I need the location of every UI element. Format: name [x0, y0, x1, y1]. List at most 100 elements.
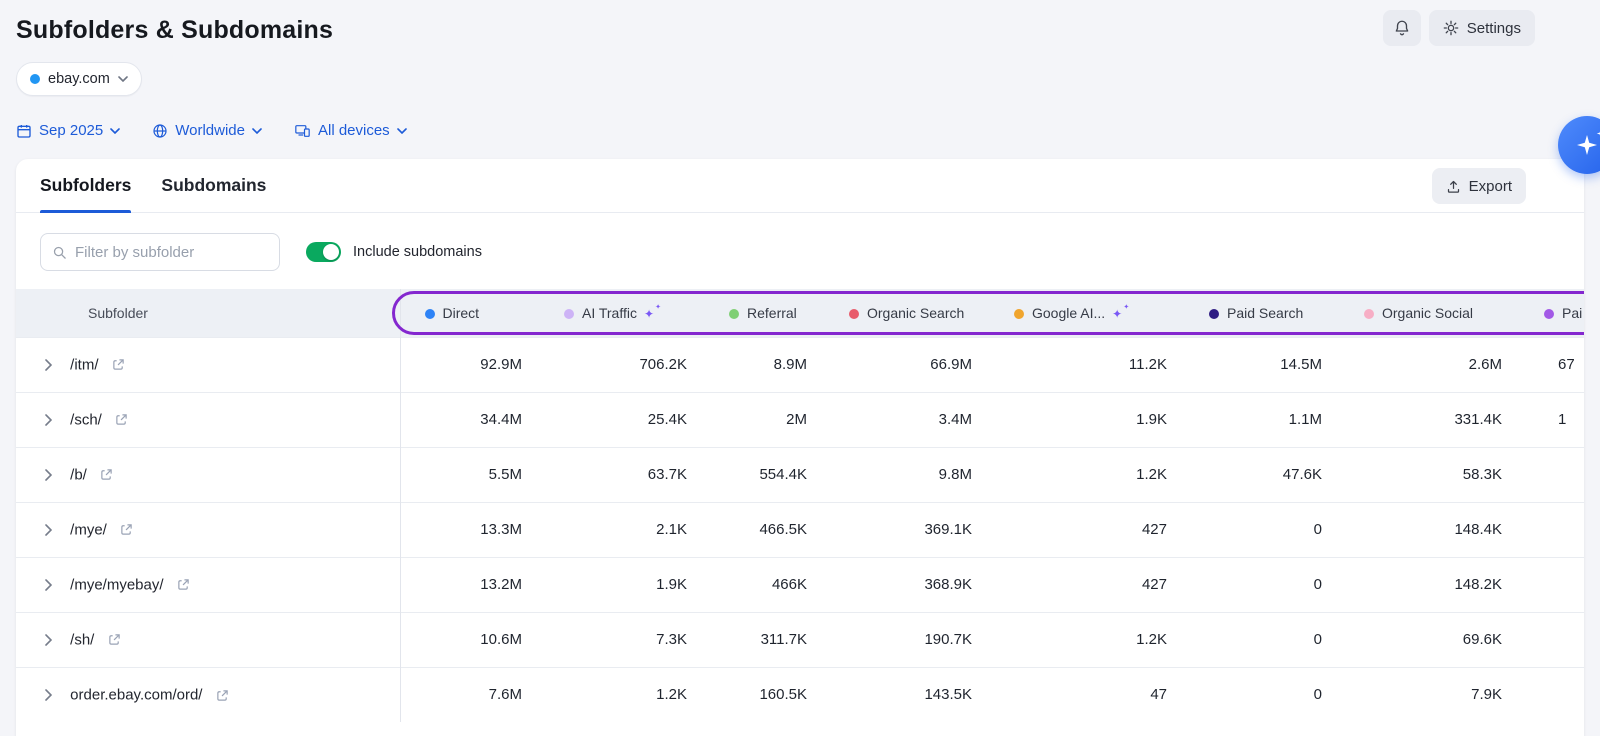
tab-subfolders[interactable]: Subfolders — [40, 159, 131, 212]
subfolder-name: order.ebay.com/ord/ — [70, 687, 202, 704]
subfolder-name: /b/ — [70, 466, 87, 483]
metric-value: 190.7K — [825, 612, 990, 667]
export-label: Export — [1469, 178, 1512, 195]
include-subdomains-toggle[interactable] — [306, 242, 341, 262]
column-header-subfolder[interactable]: Subfolder — [16, 289, 400, 337]
metric-value: 7.3K — [540, 612, 705, 667]
devices-icon — [294, 123, 311, 139]
metric-value: 11.2K — [990, 337, 1185, 392]
subfolder-name: /sch/ — [70, 411, 102, 428]
metric-value — [1520, 612, 1584, 667]
subfolder-filter-input[interactable] — [75, 244, 268, 261]
page-title: Subfolders & Subdomains — [16, 16, 1600, 45]
channel-dot — [729, 309, 739, 319]
date-filter[interactable]: Sep 2025 — [16, 122, 120, 139]
filters-row: Sep 2025 Worldwide All devices — [16, 122, 1600, 139]
table-row: /mye/ 13.3M 2.1K 466.5K 369.1K 427 0 148… — [16, 502, 1584, 557]
subfolder-name: /mye/myebay/ — [70, 576, 163, 593]
chevron-down-icon — [252, 128, 262, 134]
metric-value: 8.9M — [705, 337, 825, 392]
metric-value: 3.4M — [825, 392, 990, 447]
ai-sparkle-icon: ✦ — [1112, 307, 1122, 321]
external-link-icon[interactable] — [177, 578, 190, 591]
tabs-row: Subfolders Subdomains Export — [16, 159, 1584, 213]
chevron-down-icon — [118, 76, 128, 82]
metric-value: 160.5K — [705, 667, 825, 722]
metric-value: 92.9M — [400, 337, 540, 392]
expand-chevron-icon[interactable] — [44, 414, 52, 426]
metric-value: 706.2K — [540, 337, 705, 392]
metric-value — [1520, 667, 1584, 722]
metric-value: 0 — [1185, 612, 1340, 667]
column-header-ai-traffic[interactable]: AI Traffic✦ — [540, 289, 705, 337]
metric-value: 369.1K — [825, 502, 990, 557]
metric-value: 25.4K — [540, 392, 705, 447]
metric-value: 2.6M — [1340, 337, 1520, 392]
chevron-down-icon — [110, 128, 120, 134]
settings-button[interactable]: Settings — [1429, 10, 1535, 46]
tab-subfolders-label: Subfolders — [40, 175, 131, 196]
metric-value: 47 — [990, 667, 1185, 722]
expand-chevron-icon[interactable] — [44, 469, 52, 481]
devices-filter[interactable]: All devices — [294, 122, 407, 139]
metric-value: 14.5M — [1185, 337, 1340, 392]
expand-chevron-icon[interactable] — [44, 579, 52, 591]
external-link-icon[interactable] — [112, 358, 125, 371]
column-header-paid-truncated[interactable]: Pai — [1520, 289, 1584, 337]
channel-dot — [1014, 309, 1024, 319]
notifications-button[interactable] — [1383, 10, 1421, 46]
globe-icon — [152, 123, 168, 139]
external-link-icon[interactable] — [216, 689, 229, 702]
channel-dot — [849, 309, 859, 319]
table-row: /itm/ 92.9M 706.2K 8.9M 66.9M 11.2K 14.5… — [16, 337, 1584, 392]
metric-value: 10.6M — [400, 612, 540, 667]
calendar-icon — [16, 123, 32, 139]
column-header-referral[interactable]: Referral — [705, 289, 825, 337]
include-subdomains-label: Include subdomains — [353, 244, 482, 260]
metric-value: 0 — [1185, 557, 1340, 612]
metric-value: 7.9K — [1340, 667, 1520, 722]
ai-sparkle-icon: ✦ — [644, 307, 654, 321]
subfolder-name: /mye/ — [70, 521, 107, 538]
metric-value: 1.2K — [540, 667, 705, 722]
subfolder-name: /sh/ — [70, 631, 94, 648]
metric-value: 13.2M — [400, 557, 540, 612]
column-header-organic-social[interactable]: Organic Social — [1340, 289, 1520, 337]
subfolder-name: /itm/ — [70, 356, 98, 373]
metric-value — [1520, 557, 1584, 612]
table-row: order.ebay.com/ord/ 7.6M 1.2K 160.5K 143… — [16, 667, 1584, 722]
external-link-icon[interactable] — [100, 468, 113, 481]
report-card: Subfolders Subdomains Export Include sub… — [16, 159, 1584, 736]
toggle-knob — [323, 244, 339, 260]
expand-chevron-icon[interactable] — [44, 524, 52, 536]
tab-subdomains-label: Subdomains — [161, 175, 266, 196]
settings-label: Settings — [1467, 20, 1521, 37]
tab-subdomains[interactable]: Subdomains — [161, 159, 266, 212]
table-header-row: Subfolder Direct AI Traffic✦ Referral Or… — [16, 289, 1584, 337]
search-icon — [52, 245, 67, 260]
gear-icon — [1443, 20, 1459, 36]
metric-value: 69.6K — [1340, 612, 1520, 667]
table-row: /mye/myebay/ 13.2M 1.9K 466K 368.9K 427 … — [16, 557, 1584, 612]
metric-value: 148.4K — [1340, 502, 1520, 557]
column-header-google-ai[interactable]: Google AI...✦ — [990, 289, 1185, 337]
export-button[interactable]: Export — [1432, 168, 1526, 204]
column-header-organic-search[interactable]: Organic Search — [825, 289, 990, 337]
expand-chevron-icon[interactable] — [44, 359, 52, 371]
expand-chevron-icon[interactable] — [44, 634, 52, 646]
external-link-icon[interactable] — [115, 413, 128, 426]
domain-selector[interactable]: ebay.com — [16, 62, 142, 96]
metric-value: 1.2K — [990, 447, 1185, 502]
location-filter[interactable]: Worldwide — [152, 122, 262, 139]
metric-value: 466.5K — [705, 502, 825, 557]
column-header-direct[interactable]: Direct — [400, 289, 540, 337]
domain-dot — [30, 74, 40, 84]
external-link-icon[interactable] — [120, 523, 133, 536]
column-header-paid-search[interactable]: Paid Search — [1185, 289, 1340, 337]
channel-dot — [1209, 309, 1219, 319]
metric-value: 2M — [705, 392, 825, 447]
metric-value: 9.8M — [825, 447, 990, 502]
external-link-icon[interactable] — [108, 633, 121, 646]
expand-chevron-icon[interactable] — [44, 689, 52, 701]
chevron-down-icon — [397, 128, 407, 134]
